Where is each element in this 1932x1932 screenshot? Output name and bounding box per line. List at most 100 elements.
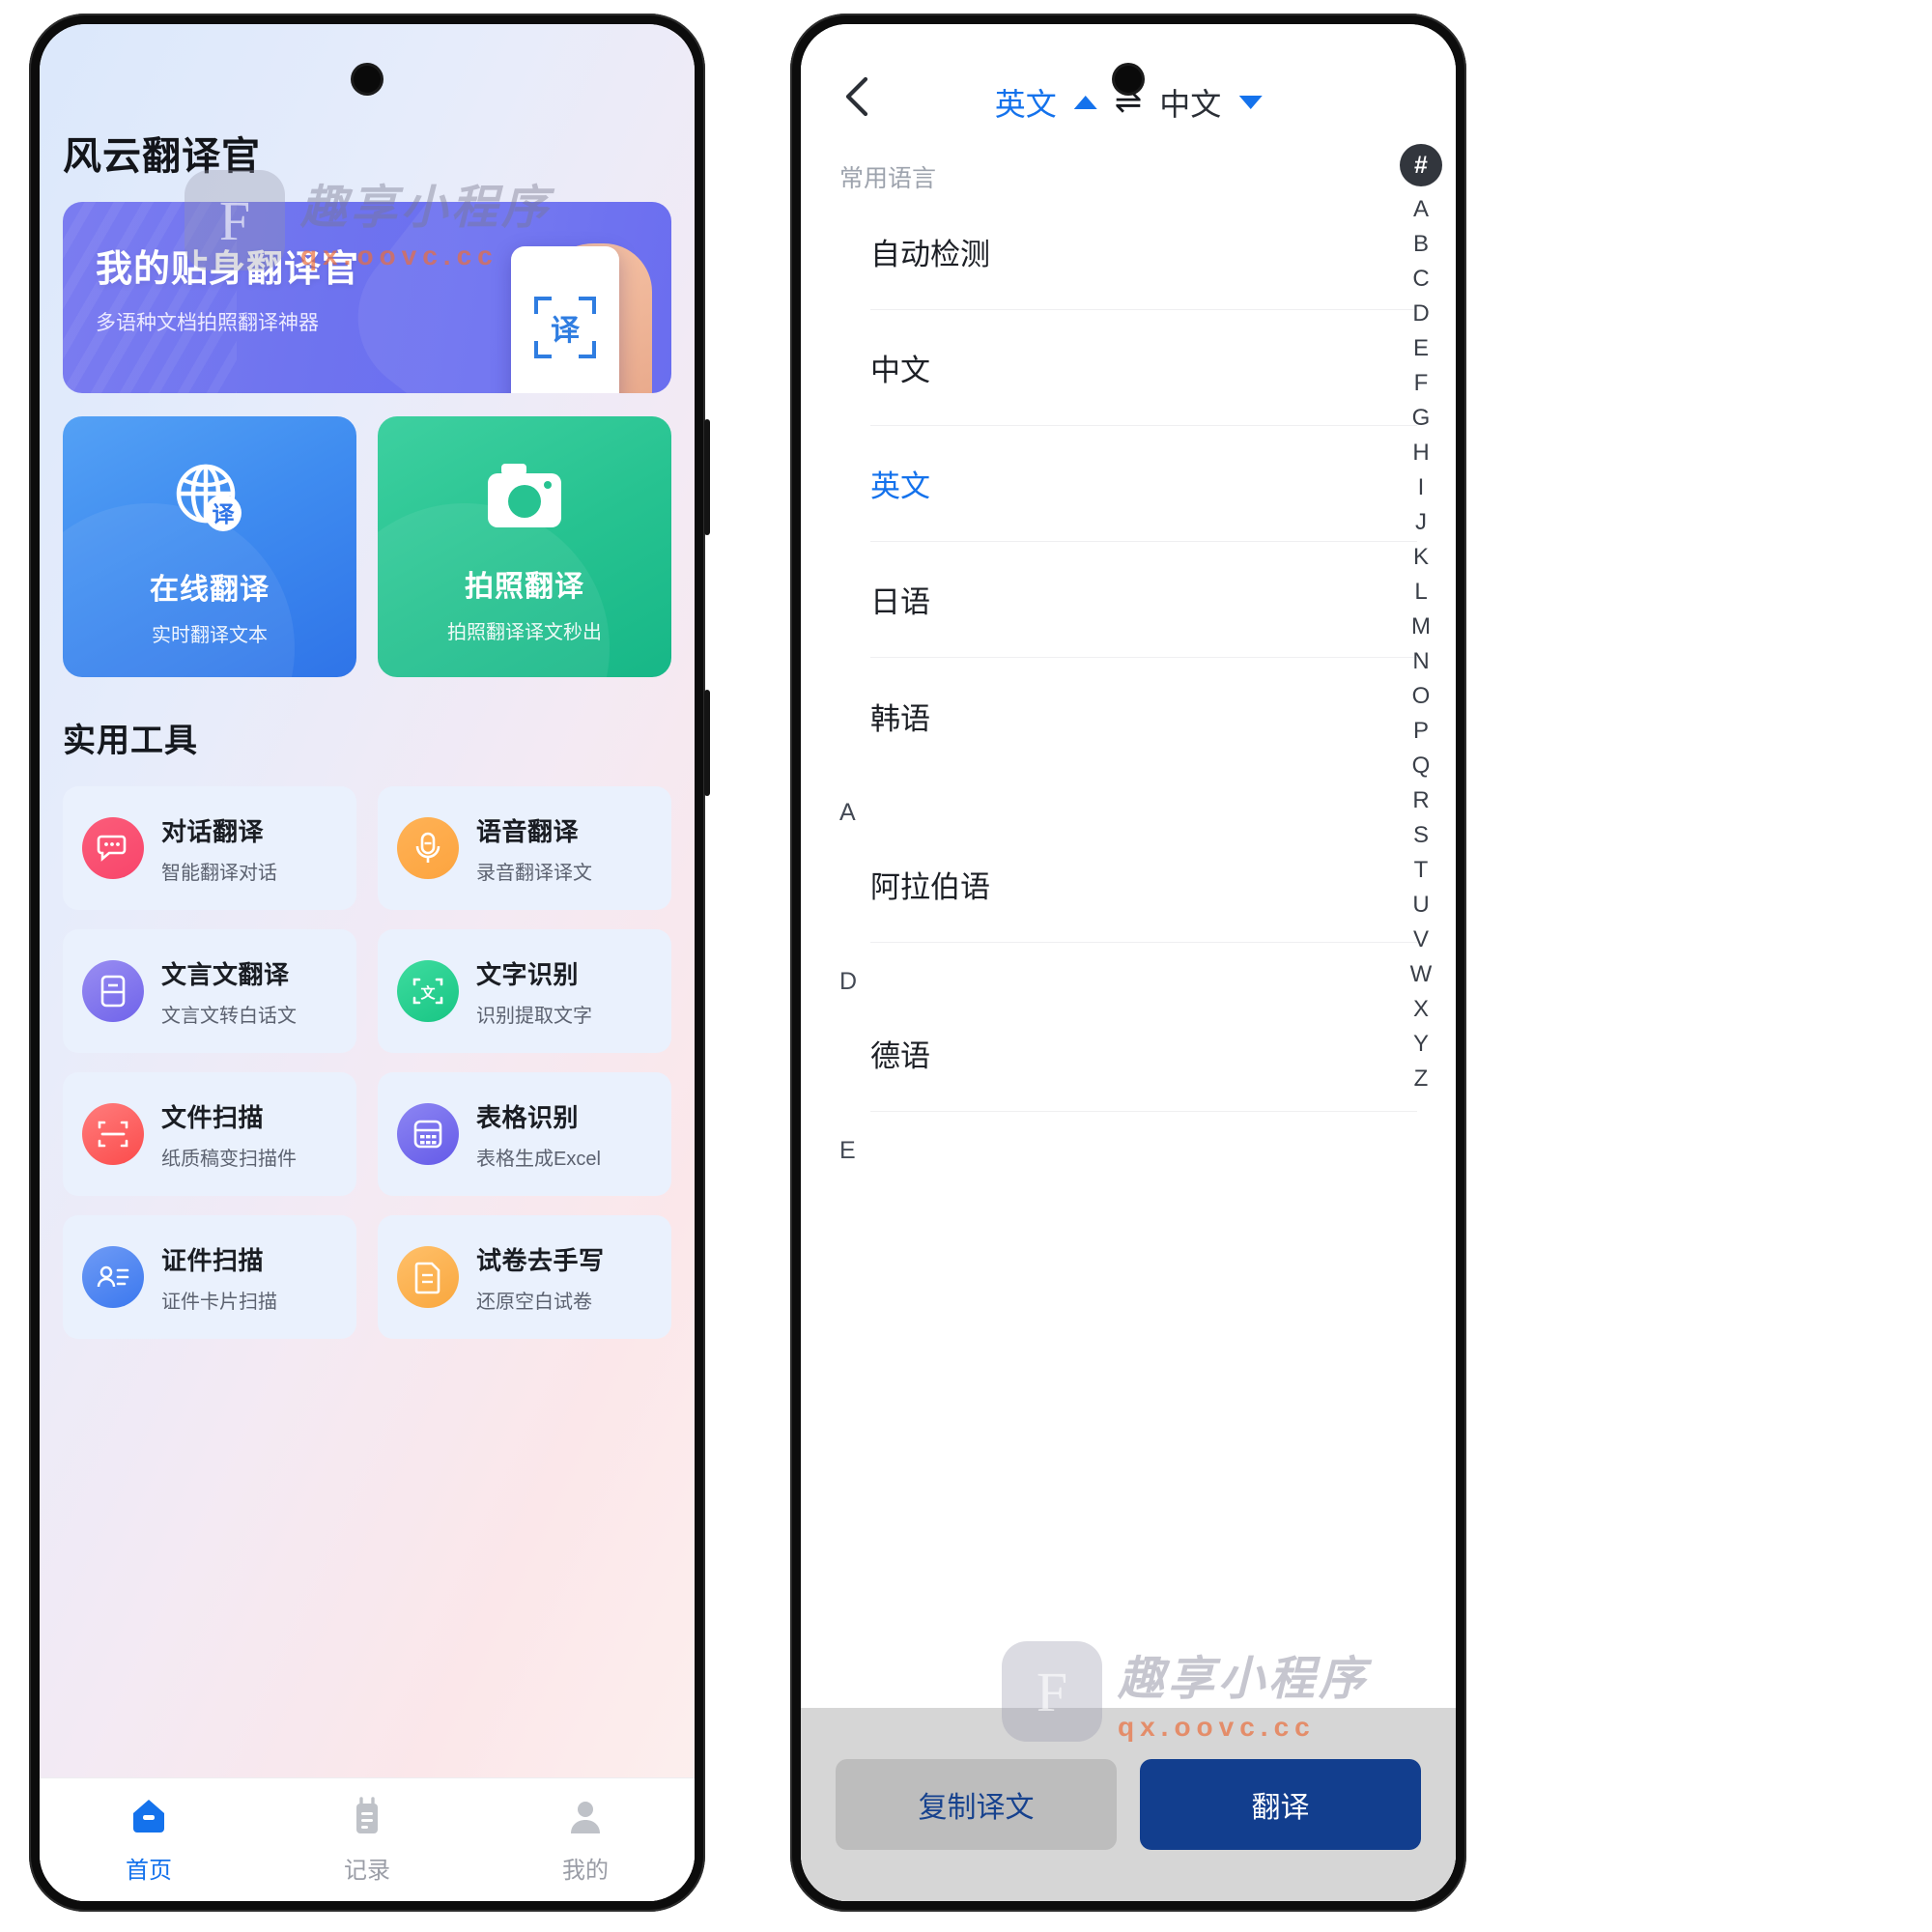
tool-card-dialogue-translate[interactable]: 对话翻译 智能翻译对话 [63, 786, 356, 910]
chevron-left-icon[interactable] [836, 74, 880, 119]
tool-card-id-scan[interactable]: 证件扫描 证件卡片扫描 [63, 1215, 356, 1339]
alphabet-index-letter[interactable]: T [1400, 853, 1442, 888]
language-list[interactable]: 常用语言 自动检测 中文 英文 日语 韩语 A 阿拉伯语 D 德语 E # A [801, 138, 1456, 1708]
paper-icon [397, 1246, 459, 1308]
language-item-arabic[interactable]: 阿拉伯语 [870, 827, 1417, 943]
tab-label: 我的 [562, 1858, 609, 1884]
alphabet-index-letter[interactable]: C [1400, 262, 1442, 297]
right-phone-frame: 英文 ⇌ 中文 常用语言 自动检测 中文 英文 日语 韩语 A 阿拉伯语 D 德… [790, 14, 1466, 1912]
alphabet-index-letter[interactable]: U [1400, 888, 1442, 923]
tool-name: 文字识别 [476, 959, 580, 989]
home-scroll-area[interactable]: 风云翻译官 F 趣享小程序 qx.oovc.cc 我的贴身翻译官 多语种文档拍照… [40, 24, 695, 1777]
alphabet-index-letter[interactable]: P [1400, 714, 1442, 749]
tool-card-file-scan[interactable]: 文件扫描 纸质稿变扫描件 [63, 1072, 356, 1196]
tool-name: 试卷去手写 [476, 1245, 605, 1275]
alphabet-index-letter[interactable]: A [1400, 192, 1442, 227]
alphabet-index-letter[interactable]: M [1400, 610, 1442, 644]
alphabet-index-letter[interactable]: N [1400, 644, 1442, 679]
hero-phone-label: 译 [551, 315, 580, 347]
language-item-german[interactable]: 德语 [870, 996, 1417, 1112]
translate-button[interactable]: 翻译 [1140, 1759, 1421, 1850]
alphabet-index-letter[interactable]: D [1400, 297, 1442, 331]
language-item-english[interactable]: 英文 [870, 426, 1417, 542]
card-title: 在线翻译 [150, 573, 270, 606]
alphabet-index-letter[interactable]: K [1400, 540, 1442, 575]
front-camera [1112, 63, 1145, 96]
home-icon [127, 1795, 171, 1839]
language-item-korean[interactable]: 韩语 [870, 658, 1417, 774]
tool-card-table-recognition[interactable]: 表格识别 表格生成Excel [378, 1072, 671, 1196]
caret-down-icon[interactable] [1238, 96, 1263, 109]
alphabet-index-letter[interactable]: V [1400, 923, 1442, 957]
photo-translate-card[interactable]: 拍照翻译 拍照翻译译文秒出 [378, 416, 671, 677]
primary-actions: 译 在线翻译 实时翻译文本 拍照翻译 拍照翻译译文秒出 [63, 416, 671, 677]
group-letter-a: A [839, 799, 856, 826]
id-card-icon [82, 1246, 144, 1308]
tool-name: 文件扫描 [161, 1102, 265, 1132]
language-picker-page: 英文 ⇌ 中文 常用语言 自动检测 中文 英文 日语 韩语 A 阿拉伯语 D 德… [801, 24, 1456, 1901]
alphabet-index-letter[interactable]: J [1400, 505, 1442, 540]
tool-name: 对话翻译 [161, 816, 265, 846]
alphabet-index-letter[interactable]: I [1400, 470, 1442, 505]
camera-icon [482, 458, 567, 537]
globe-translate-icon: 译 [167, 455, 252, 540]
tool-card-exam-dehandwrite[interactable]: 试卷去手写 还原空白试卷 [378, 1215, 671, 1339]
alphabet-index-letter[interactable]: E [1400, 331, 1442, 366]
hero-banner[interactable]: 我的贴身翻译官 多语种文档拍照翻译神器 译 [63, 202, 671, 393]
alphabet-index-letter[interactable]: H [1400, 436, 1442, 470]
common-languages-title: 常用语言 [839, 165, 937, 192]
alphabet-index-letter[interactable]: F [1400, 366, 1442, 401]
alphabet-index-letter[interactable]: R [1400, 783, 1442, 818]
tool-name: 证件扫描 [161, 1245, 265, 1275]
group-letter-d: D [839, 968, 858, 995]
language-item-chinese[interactable]: 中文 [870, 310, 1417, 426]
alphabet-index-letter[interactable]: L [1400, 575, 1442, 610]
ocr-scan-icon: 文 [397, 960, 459, 1022]
tool-desc: 录音翻译译文 [476, 862, 592, 884]
card-subtitle: 实时翻译文本 [152, 624, 268, 646]
right-phone-screen: 英文 ⇌ 中文 常用语言 自动检测 中文 英文 日语 韩语 A 阿拉伯语 D 德… [801, 24, 1456, 1901]
tab-home[interactable]: 首页 [40, 1795, 258, 1885]
tab-profile[interactable]: 我的 [476, 1795, 695, 1885]
language-item-japanese[interactable]: 日语 [870, 542, 1417, 658]
watermark-url: qx.oovc.cc [1117, 1712, 1316, 1742]
page-title: 风云翻译官 [63, 135, 261, 178]
alphabet-index[interactable]: # A B C D E F G H I J K L M N O P Q R S … [1400, 138, 1442, 1708]
language-item-auto[interactable]: 自动检测 [870, 194, 1417, 310]
copy-translation-button[interactable]: 复制译文 [836, 1759, 1117, 1850]
home-page: 风云翻译官 F 趣享小程序 qx.oovc.cc 我的贴身翻译官 多语种文档拍照… [40, 24, 695, 1901]
alphabet-index-letter[interactable]: S [1400, 818, 1442, 853]
alphabet-index-letter[interactable]: W [1400, 957, 1442, 992]
alphabet-index-letter[interactable]: Q [1400, 749, 1442, 783]
power-button[interactable] [704, 690, 710, 796]
tool-desc: 纸质稿变扫描件 [161, 1148, 297, 1170]
tool-card-classical-chinese-translate[interactable]: 文言文翻译 文言文转白话文 [63, 929, 356, 1053]
card-subtitle: 拍照翻译译文秒出 [447, 621, 602, 643]
online-translate-card[interactable]: 译 在线翻译 实时翻译文本 [63, 416, 356, 677]
source-language-label[interactable]: 英文 [995, 80, 1057, 125]
alphabet-index-current[interactable]: # [1400, 144, 1442, 186]
translate-action-bar: F 趣享小程序 qx.oovc.cc 复制译文 翻译 [801, 1641, 1456, 1901]
alphabet-index-letter[interactable]: O [1400, 679, 1442, 714]
target-language-label[interactable]: 中文 [1159, 80, 1221, 125]
card-title: 拍照翻译 [465, 570, 584, 603]
tab-label: 记录 [344, 1858, 390, 1884]
tool-card-text-recognition[interactable]: 文 文字识别 识别提取文字 [378, 929, 671, 1053]
tool-name: 语音翻译 [476, 816, 580, 846]
svg-text:译: 译 [213, 501, 236, 526]
tab-records[interactable]: 记录 [258, 1795, 476, 1885]
tool-card-voice-translate[interactable]: 语音翻译 录音翻译译文 [378, 786, 671, 910]
alphabet-index-letter[interactable]: B [1400, 227, 1442, 262]
bottom-tab-bar: 首页 记录 我的 [40, 1777, 695, 1901]
profile-icon [563, 1795, 608, 1839]
scan-translate-icon: 译 [534, 297, 596, 358]
tools-grid: 对话翻译 智能翻译对话 语音翻译 录音翻译译文 文言文翻译 文言文转白话文 文 … [63, 786, 671, 1339]
alphabet-index-letter[interactable]: Z [1400, 1062, 1442, 1096]
tool-desc: 表格生成Excel [476, 1148, 601, 1170]
alphabet-index-letter[interactable]: G [1400, 401, 1442, 436]
caret-up-icon[interactable] [1073, 96, 1097, 109]
table-icon [397, 1103, 459, 1165]
alphabet-index-letter[interactable]: Y [1400, 1027, 1442, 1062]
volume-button[interactable] [704, 419, 710, 535]
alphabet-index-letter[interactable]: X [1400, 992, 1442, 1027]
